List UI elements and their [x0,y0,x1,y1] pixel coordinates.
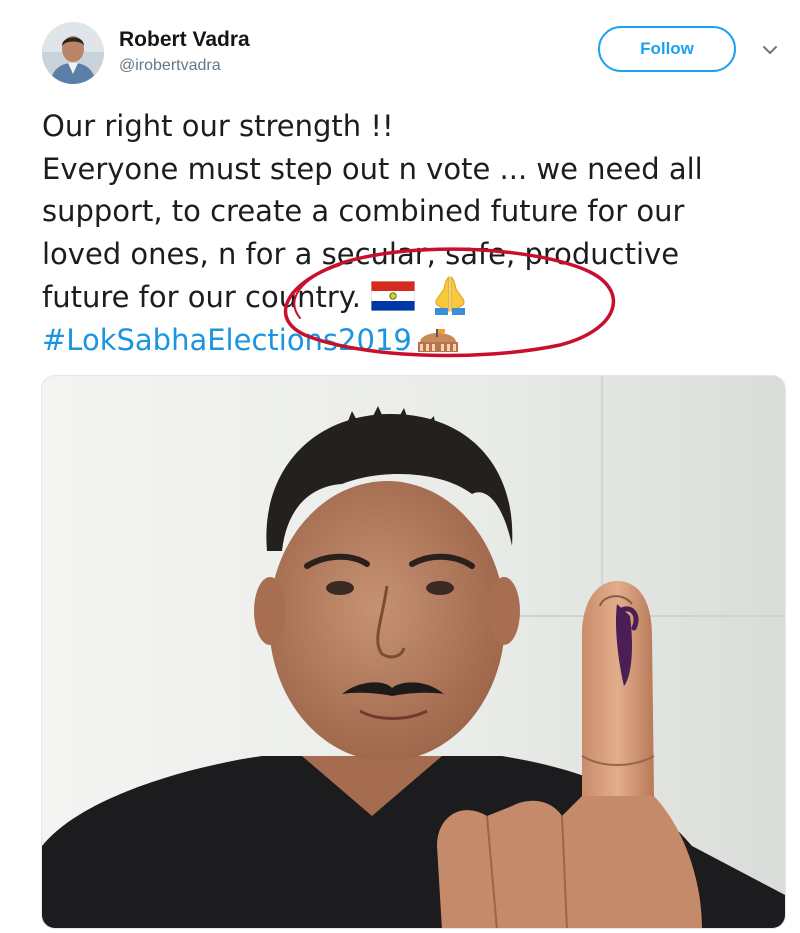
tweet-card: Robert Vadra @irobertvadra Follow Our ri… [0,0,800,933]
parliament-icon [414,325,462,355]
hashtag-line: #LokSabhaElections2019 [42,319,782,362]
tweet-line-last: future for our country. [42,275,782,319]
author-name[interactable]: Robert Vadra [119,28,250,52]
folded-hands-icon [429,275,471,315]
avatar[interactable] [42,22,104,84]
tweet-text: Our right our strength !! Everyone must … [42,105,782,361]
hashtag-link[interactable]: #LokSabhaElections2019 [42,323,412,357]
tweet-line: Everyone must step out n vote ... we nee… [42,151,703,186]
follow-button[interactable]: Follow [598,26,736,72]
author-handle[interactable]: @irobertvadra [119,57,221,75]
flag-icon [370,280,416,312]
tweet-line: loved ones, n for a secular, safe, produ… [42,236,680,271]
user-avatar-icon [42,22,104,84]
selfie-photo-image [42,376,785,928]
tweet-line: support, to create a combined future for… [42,194,685,228]
tweet-line: future for our country. [42,280,362,314]
chevron-down-icon[interactable] [760,40,780,60]
tweet-line: Our right our strength !! [42,109,394,143]
tweet-photo[interactable] [41,375,786,929]
